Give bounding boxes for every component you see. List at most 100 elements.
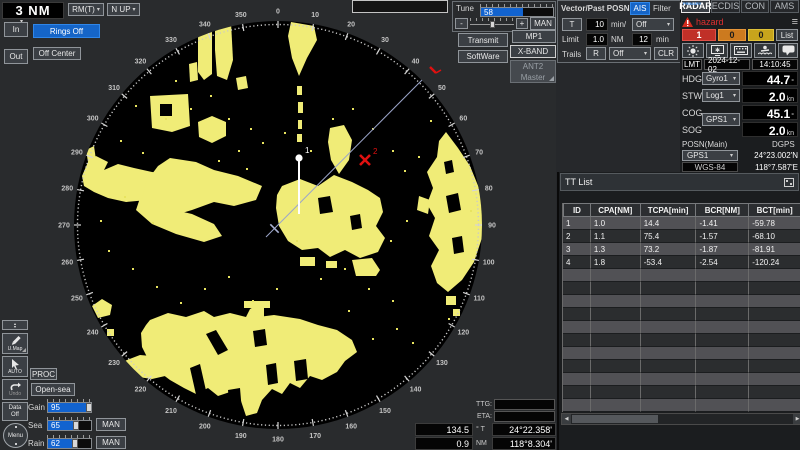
off-center-button[interactable]: Off Center [33,47,81,60]
landmass [189,62,198,82]
svg-text:170: 170 [309,433,321,440]
antenna-selector[interactable]: ANT2 Master [510,60,556,83]
orientation-dropdown[interactable]: N UP▾ [107,3,140,16]
message-button[interactable] [778,43,798,58]
radar-ppi-display[interactable]: 0102030405060708090100110120130140150160… [0,0,556,450]
sea-slider[interactable]: 65 [47,417,92,431]
panel-splitter-button[interactable]: ▴▾ [2,320,28,330]
vector-time-unit: min/ [611,20,626,29]
tt-cell [749,295,800,308]
tt-cell: -1.87 [696,243,749,256]
trails-relative-button[interactable]: R [586,47,606,60]
limit-unit: NM [611,35,623,44]
trails-dropdown[interactable]: Off▾ [609,47,651,60]
range-out-button[interactable]: Out [4,49,28,64]
ais-button[interactable]: AIS [630,2,650,15]
motion-mode-label: RM(T) [72,5,95,14]
gain-slider[interactable]: 95 [47,399,92,413]
alarm-list-button[interactable]: List [776,29,798,41]
tt-cell: -53.4 [641,256,697,269]
window-expand-icon[interactable] [784,178,794,187]
scroll-left-icon[interactable]: ◀ [562,414,571,424]
stw-source-dropdown[interactable]: Log1▾ [702,89,740,102]
proc-box[interactable]: PROC [30,368,57,380]
data-off-button[interactable]: Data Off [2,402,28,421]
table-row[interactable]: 21.175.4-1.57-68.10 [562,230,800,243]
tt-cell: 73.2 [641,243,697,256]
trails-clear-button[interactable]: CLR [654,47,678,60]
table-row[interactable]: 31.373.2-1.87-81.91 [562,243,800,256]
tune-minus-button[interactable]: - [455,18,468,29]
mp1-box[interactable]: MP1 [512,30,556,43]
data-off-line1: Data [9,405,22,412]
posn-source-dropdown[interactable]: GPS1▾ [682,150,738,161]
alarm-count-caution[interactable]: 0 [748,29,774,41]
tt-cell [591,373,641,386]
tt-cell: ID [563,203,591,217]
filter-label[interactable]: Filter [653,4,671,13]
limit-value[interactable]: 1.0 [586,33,608,46]
table-row [562,386,800,399]
tt-cell [563,386,591,399]
tt-cell [591,269,641,282]
svg-text:120: 120 [457,330,469,337]
tt-cell [591,399,641,412]
tune-slider[interactable] [470,18,514,29]
man-overboard-icon [758,45,772,56]
tt-cell [563,321,591,334]
user-map-button[interactable]: U.Map [2,333,28,354]
motion-mode-dropdown[interactable]: RM(T)▾ [68,3,104,16]
table-row[interactable]: 11.014.4-1.41-59.78 [562,217,800,230]
tt-cell: 1 [563,217,591,230]
chevron-down-icon: ▾ [667,22,670,28]
tt-list-scrollbar[interactable]: ◀ ▶ [561,413,800,425]
mob-button[interactable] [754,43,776,58]
transmit-button[interactable]: Transmit [458,33,508,47]
sea-man-button[interactable]: MAN [96,418,126,431]
scrollbar-thumb[interactable] [572,415,658,423]
range-display[interactable]: 3 NM [2,2,64,19]
table-row[interactable]: 41.8-53.4-2.54-120.24 [562,256,800,269]
past-interval-value[interactable]: 12 [632,33,652,46]
svg-text:180: 180 [272,437,284,444]
scroll-right-icon[interactable]: ▶ [793,414,800,424]
sea-mode-button[interactable]: Open-sea [31,383,75,396]
tt-list-titlebar[interactable]: TT List [560,173,799,191]
svg-text:350: 350 [235,12,247,19]
software-button[interactable]: SoftWare [458,50,508,63]
alert-list-icon[interactable]: ≡ [792,18,798,26]
tune-man-button[interactable]: MAN [530,17,556,30]
past-posn-dropdown[interactable]: Off▾ [632,18,674,31]
svg-text:0: 0 [276,9,280,16]
tt-cell: CPA[NM] [591,203,641,217]
rings-off-button[interactable]: Rings Off [33,24,100,38]
rain-man-button[interactable]: MAN [96,436,126,449]
tune-slider-thumb[interactable] [490,21,495,28]
datum-label: WGS-84 [682,162,738,172]
tt-list-table: IDCPA[NM]TCPA[min]BCR[NM]BCT[min]11.014.… [562,203,800,412]
undo-button[interactable]: Undo [2,379,28,400]
vector-time-true-button[interactable]: T [562,18,582,31]
cogsog-source-dropdown[interactable]: GPS1▾ [702,113,740,126]
cursor-auto-button[interactable]: AUTO [2,356,28,377]
hdg-source-dropdown[interactable]: Gyro1▾ [702,72,740,85]
tt-cell [696,360,749,373]
tab-radar[interactable]: RADAR PRIMARY [681,0,710,13]
limit-label: Limit [562,35,579,44]
tab-ams[interactable]: AMS [770,0,799,13]
hdg-source-label: Gyro1 [706,74,728,83]
rain-slider[interactable]: 62 [47,435,92,449]
tab-ecdis[interactable]: ECDIS [711,0,740,13]
range-in-button[interactable]: In [4,22,28,37]
menu-button[interactable]: Menu [3,423,28,448]
tt-cell [749,360,800,373]
vector-time-value[interactable]: 10 [586,18,608,31]
tt-cell [563,282,591,295]
brightness-button[interactable] [682,43,704,58]
alarm-count-critical[interactable]: 1 [682,29,716,41]
alarm-count-warning[interactable]: 0 [718,29,746,41]
tune-plus-button[interactable]: + [516,18,528,29]
tt-cell [591,282,641,295]
tt-cell: -81.91 [749,243,800,256]
tab-con[interactable]: CON [741,0,769,13]
